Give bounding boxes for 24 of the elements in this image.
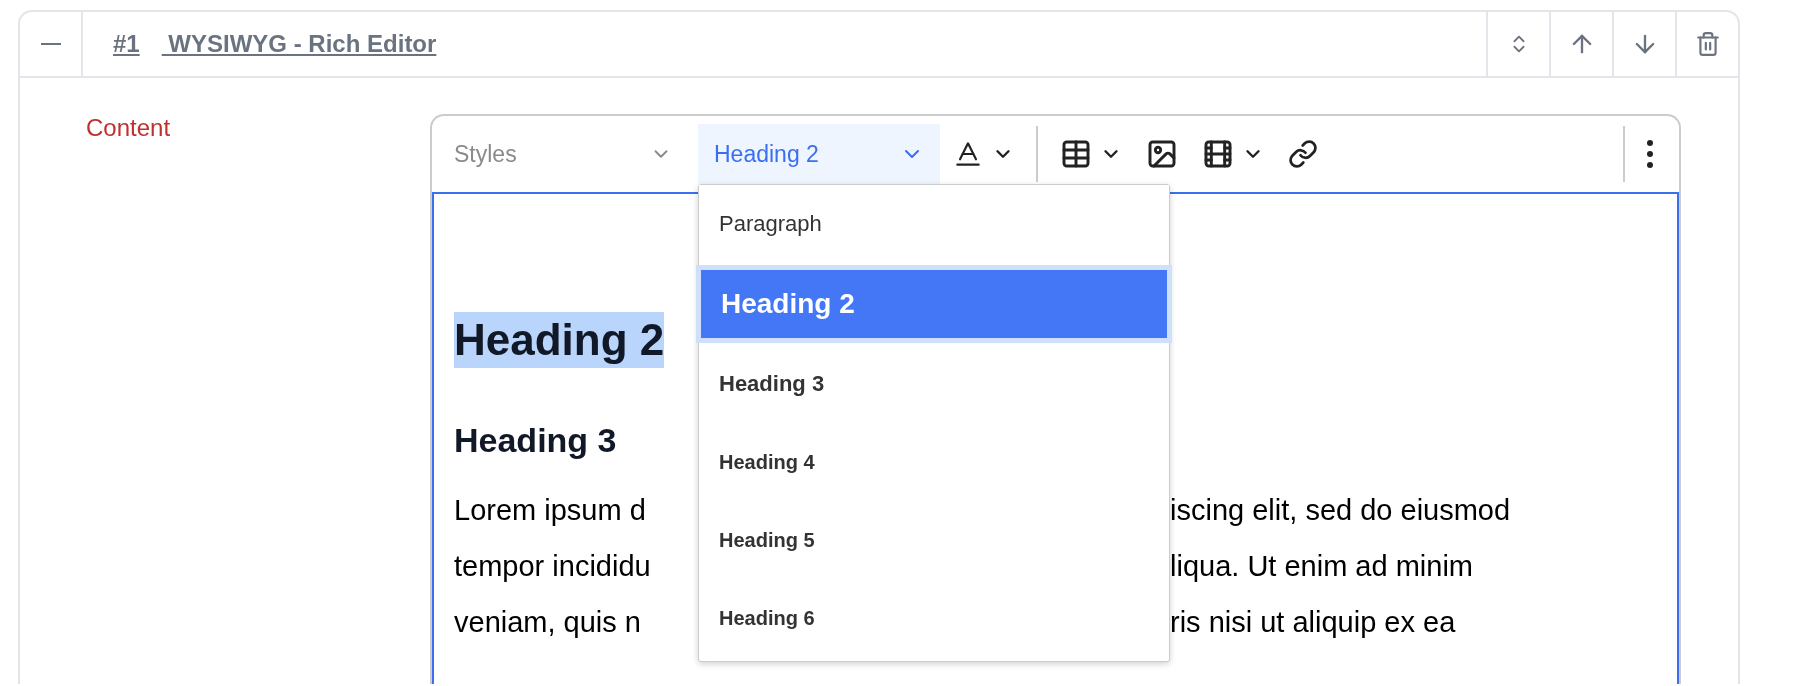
paragraph-text: iscing elit, sed do eiusmod [1170, 493, 1512, 527]
more-icon [1647, 140, 1653, 168]
menu-item[interactable]: Paragraph [699, 185, 1169, 263]
field-label: Content [86, 114, 171, 141]
menu-item[interactable]: Heading 6 [699, 579, 1169, 657]
paragraph-text: Lorem ipsum d [454, 493, 647, 527]
block-format-dropdown[interactable]: Heading 2 [698, 124, 940, 184]
image-icon [1146, 138, 1178, 170]
film-icon [1202, 138, 1234, 170]
block-title: WYSIWYG - Rich Editor [167, 30, 437, 58]
link-icon [1288, 139, 1318, 169]
heading-text: Heading 2 [454, 312, 665, 368]
paragraph-text: veniam, quis n [454, 605, 642, 639]
minus-icon [40, 43, 61, 45]
block-number: #1 [113, 30, 140, 58]
trash-icon [1694, 31, 1721, 57]
table-icon [1060, 138, 1092, 170]
paragraph-text: tempor incididu [454, 549, 652, 583]
subheading-text: Heading 3 [454, 420, 617, 461]
menu-item[interactable]: Heading 4 [699, 423, 1169, 501]
paragraph-text: ris nisi ut aliquip ex ea [1170, 605, 1457, 639]
paragraph-text: liqua. Ut enim ad minim [1170, 549, 1474, 583]
menu-item[interactable]: Heading 5 [699, 501, 1169, 579]
menu-item[interactable]: Heading 3 [699, 345, 1169, 423]
